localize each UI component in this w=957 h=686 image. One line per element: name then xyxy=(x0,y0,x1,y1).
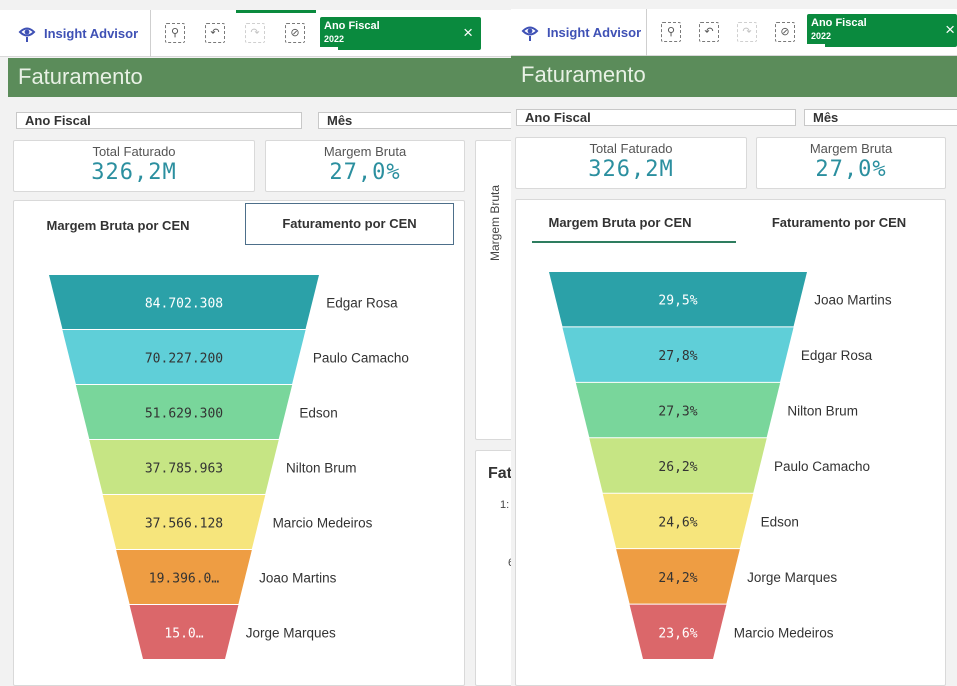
funnel-category-label: Joao Martins xyxy=(814,293,892,308)
funnel-category-label: Edgar Rosa xyxy=(801,348,873,363)
funnel-category-label: Nilton Brum xyxy=(286,461,357,476)
funnel-category-label: Marcio Medeiros xyxy=(734,625,834,640)
funnel-category-label: Edson xyxy=(761,514,799,529)
funnel-value-label: 15.0… xyxy=(164,627,203,642)
funnel-category-label: Nilton Brum xyxy=(787,404,858,419)
funnel-chart-margem-bruta: 29,5% Joao Martins 27,8% Edgar Rosa 27,3% Nil… xyxy=(549,272,892,659)
funnel-value-label: 37.566.128 xyxy=(145,517,223,532)
funnel-chart-faturamento: 84.702.308 Edgar Rosa 70.227.200 Paulo Cama… xyxy=(49,275,409,659)
funnel-category-label: Edson xyxy=(299,406,337,421)
funnel-value-label: 29,5% xyxy=(658,294,697,309)
funnel-value-label: 37.785.963 xyxy=(145,462,223,477)
funnel-category-label: Joao Martins xyxy=(259,571,337,586)
funnel-category-label: Paulo Camacho xyxy=(774,459,870,474)
funnel-category-label: Marcio Medeiros xyxy=(273,516,373,531)
funnel-value-label: 27,3% xyxy=(658,405,697,420)
funnel-category-label: Jorge Marques xyxy=(246,626,336,641)
funnel-value-label: 23,6% xyxy=(658,626,697,641)
funnel-category-label: Paulo Camacho xyxy=(313,351,409,366)
funnel-category-label: Edgar Rosa xyxy=(326,296,398,311)
funnel-value-label: 70.227.200 xyxy=(145,352,223,367)
funnel-value-label: 19.396.0… xyxy=(149,572,220,587)
right-panel: Insight Advisor ⚲ ↶ ↷ ⊘ Ano Fiscal 2022 … xyxy=(511,0,957,686)
funnel-value-label: 84.702.308 xyxy=(145,297,223,312)
left-panel: Insight Advisor ⚲ ↶ ↷ ⊘ Ano Fiscal 2022 … xyxy=(0,0,511,686)
funnel-value-label: 51.629.300 xyxy=(145,407,223,422)
funnel-value-label: 24,2% xyxy=(658,571,697,586)
funnel-value-label: 26,2% xyxy=(658,460,697,475)
funnel-value-label: 24,6% xyxy=(658,515,697,530)
funnel-value-label: 27,8% xyxy=(658,349,697,364)
funnel-category-label: Jorge Marques xyxy=(747,570,837,585)
